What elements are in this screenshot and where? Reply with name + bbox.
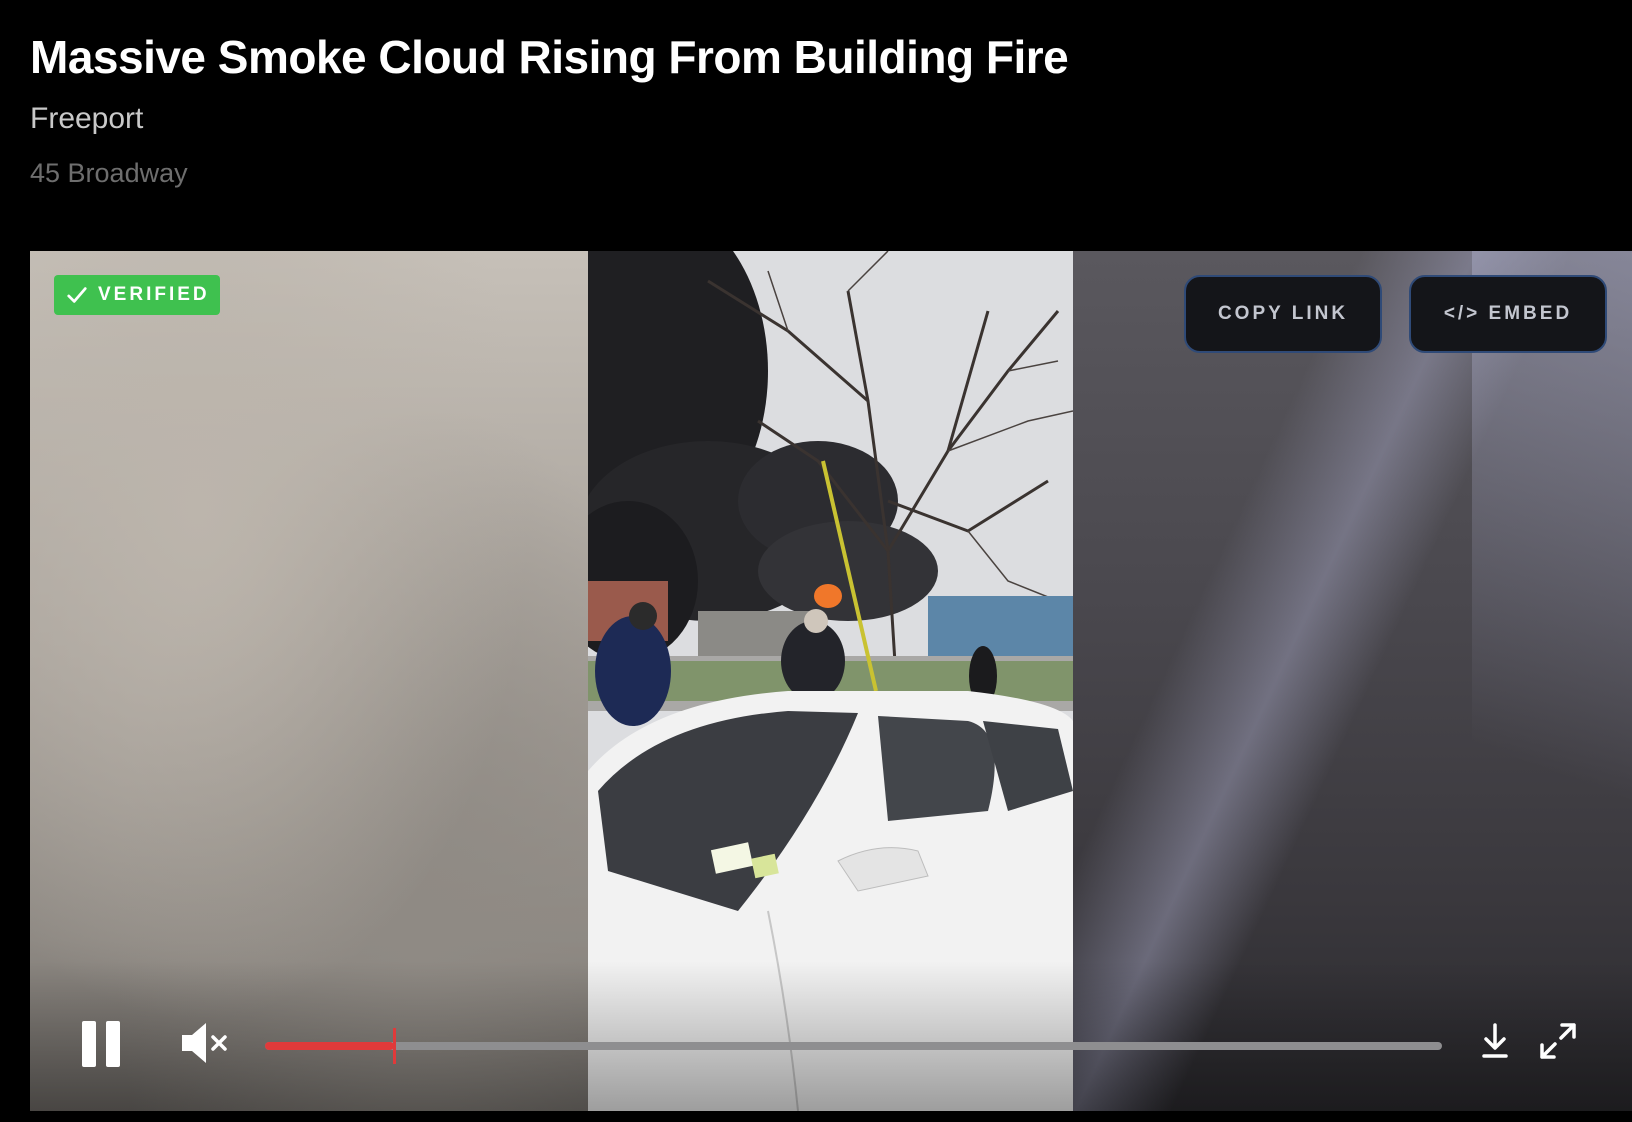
progress-scrubber[interactable] bbox=[393, 1028, 396, 1064]
progress-played bbox=[265, 1042, 394, 1050]
pause-icon-bar-right bbox=[106, 1021, 120, 1067]
video-player[interactable]: VERIFIED COPY LINK </> EMBED bbox=[30, 251, 1632, 1111]
download-icon[interactable] bbox=[1480, 1021, 1510, 1061]
city-name: Freeport bbox=[30, 102, 144, 135]
muted-speaker-icon[interactable] bbox=[180, 1021, 230, 1065]
progress-bar[interactable] bbox=[265, 1028, 1442, 1064]
verified-badge: VERIFIED bbox=[54, 275, 220, 315]
page-title: Massive Smoke Cloud Rising From Building… bbox=[30, 31, 1069, 83]
incident-page: Massive Smoke Cloud Rising From Building… bbox=[0, 0, 1632, 1122]
street-address: 45 Broadway bbox=[30, 158, 188, 188]
verified-label: VERIFIED bbox=[98, 284, 210, 305]
embed-button[interactable]: </> EMBED bbox=[1409, 275, 1607, 353]
pause-icon-bar-left bbox=[82, 1021, 96, 1067]
check-icon bbox=[67, 287, 87, 303]
pause-button[interactable] bbox=[82, 1021, 122, 1067]
controls-bar bbox=[30, 961, 1632, 1111]
copy-link-button[interactable]: COPY LINK bbox=[1184, 275, 1382, 353]
fullscreen-icon[interactable] bbox=[1538, 1021, 1578, 1061]
